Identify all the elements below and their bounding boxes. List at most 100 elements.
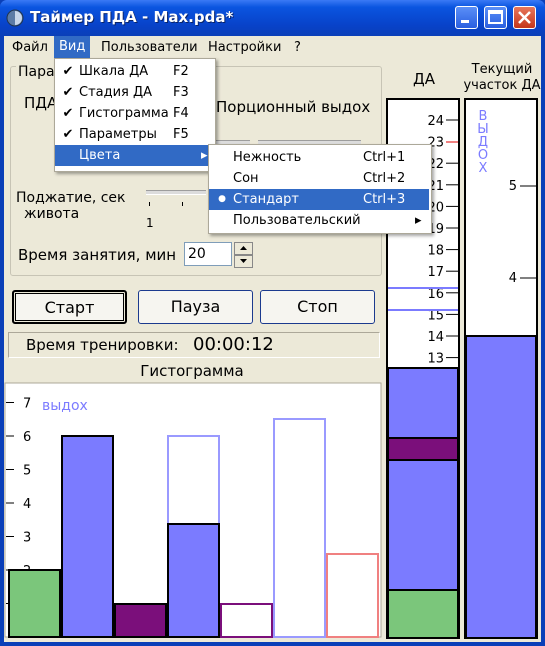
view-menu: ✔ Шкала ДА F2 ✔ Стадия ДА F3 ✔ Гистограмма F4 ✔ Па… (54, 58, 216, 172)
colors-menu-item[interactable]: Нежность Ctrl+1 (209, 147, 429, 168)
window-title: Таймер ПДА - Max.pda* (30, 8, 234, 26)
view-menu-item[interactable]: ✔ Параметры F5 (55, 124, 213, 145)
colors-menu-item[interactable]: Пользовательский ▸ (209, 210, 429, 231)
parameters-group-title: Пара (16, 64, 57, 80)
close-button[interactable] (513, 6, 536, 29)
submenu-arrow-icon: ▸ (415, 213, 422, 228)
colors-menu-item-label: Пользовательский (233, 213, 361, 228)
checkmark-icon: ✔ (62, 106, 74, 121)
view-menu-item-label: Шкала ДА (79, 64, 149, 79)
colors-menu-item-shortcut: Ctrl+2 (363, 171, 406, 186)
spin-down-button[interactable] (234, 255, 253, 268)
view-menu-item-shortcut: F2 (173, 64, 189, 79)
client-area: Файл Вид Пользователи Настройки ? Пара П… (4, 36, 541, 642)
spin-up-button[interactable] (234, 242, 253, 255)
colors-menu-item-label: Стандарт (233, 192, 299, 207)
press-slider-tick (149, 202, 150, 206)
hist-bar (167, 523, 220, 638)
colors-menu-item-shortcut: Ctrl+1 (363, 150, 406, 165)
current-da-chart: ВЫДОХ 5 4 (464, 98, 538, 639)
colors-menu-item[interactable]: Сон Ctrl+2 (209, 168, 429, 189)
minimize-button[interactable] (455, 6, 478, 29)
da-scale-tick-label: 14 (427, 330, 444, 345)
press-slider[interactable] (146, 190, 206, 195)
current-da-tick-label: 4 (509, 271, 517, 286)
histogram-y-tick-label: 5 (23, 464, 31, 479)
view-menu-item-shortcut: F5 (173, 127, 189, 142)
hist-bar (61, 435, 114, 638)
chevron-up-icon (240, 246, 247, 250)
checkmark-icon: ✔ (62, 85, 74, 100)
portion-exhale-label: Порционный выдох (216, 98, 371, 116)
press-label-2: живота (24, 206, 80, 222)
radio-dot-icon: ● (218, 194, 226, 204)
pause-button[interactable]: Пауза (138, 290, 253, 324)
start-button[interactable]: Старт (12, 290, 127, 324)
current-da-title-2: участок ДА (463, 78, 541, 93)
menu-bar: Файл Вид Пользователи Настройки ? (4, 36, 541, 58)
checkmark-icon: ✔ (62, 64, 74, 79)
session-time-input[interactable]: 20 (184, 242, 232, 266)
close-icon (518, 11, 531, 24)
da-segment (387, 459, 459, 591)
press-slider-value: 1 (146, 216, 154, 230)
hist-bar-outline (273, 418, 326, 638)
portion-slider-thumb[interactable] (250, 134, 258, 144)
da-segment (387, 367, 459, 439)
histogram-chart: 1234567 выдох (4, 382, 382, 638)
hist-bar-outline (326, 553, 379, 638)
training-time-value: 00:00:12 (193, 334, 274, 355)
colors-menu-item-shortcut: Ctrl+3 (363, 192, 406, 207)
menu-help[interactable]: ? (294, 40, 301, 55)
current-da-fill (465, 335, 537, 639)
menu-file[interactable]: Файл (12, 40, 48, 55)
view-menu-item-label: Цвета (79, 148, 121, 163)
menu-settings[interactable]: Настройки (208, 40, 281, 55)
view-menu-item[interactable]: Цвета ▸ (55, 145, 213, 166)
colors-menu-item-label: Нежность (233, 150, 302, 165)
da-scale-tick-label: 16 (427, 287, 444, 302)
training-time-label: Время тренировки: (26, 336, 179, 354)
da-scale-tick-label: 24 (427, 114, 444, 129)
da-scale-title: ДА (413, 70, 435, 88)
view-menu-item[interactable]: ✔ Гистограмма F4 (55, 103, 213, 124)
da-scale-tick-label: 17 (427, 265, 444, 280)
hist-bar (8, 569, 61, 638)
histogram-y-tick-label: 3 (23, 531, 31, 546)
colors-menu-item-label: Сон (233, 171, 259, 186)
colors-menu-item[interactable]: ● Стандарт Ctrl+3 (209, 189, 429, 210)
menu-users[interactable]: Пользователи (101, 40, 198, 55)
hist-bar (114, 603, 167, 638)
session-time-label: Время занятия, мин (18, 246, 177, 264)
pda-label: ПДА (24, 94, 58, 112)
app-icon (6, 9, 24, 27)
view-menu-item-label: Параметры (79, 127, 157, 142)
maximize-button[interactable] (484, 6, 507, 29)
view-menu-item-shortcut: F3 (173, 85, 189, 100)
view-menu-item-label: Гистограмма (79, 106, 169, 121)
histogram-y-tick-label: 7 (23, 397, 31, 412)
da-scale-tick-label: 18 (427, 244, 444, 259)
view-menu-item[interactable]: ✔ Стадия ДА F3 (55, 82, 213, 103)
histogram-y-tick-label: 4 (23, 497, 31, 512)
current-da-phase-text: ВЫДОХ (477, 109, 488, 176)
title-bar[interactable]: Таймер ПДА - Max.pda* (0, 0, 545, 36)
histogram-y-tick-label: 6 (23, 430, 31, 445)
stop-button[interactable]: Стоп (260, 290, 375, 324)
press-label: Поджатие, сек (16, 190, 126, 206)
da-segment (387, 589, 459, 639)
current-da-phase-label: ВЫДОХ (477, 109, 488, 176)
current-da-tick-label: 5 (509, 179, 517, 194)
da-segment (387, 437, 459, 461)
press-slider-tick (182, 202, 183, 206)
chevron-down-icon (240, 259, 247, 263)
da-scale-tick-label: 13 (427, 352, 444, 367)
menu-view[interactable]: Вид (54, 36, 91, 58)
view-menu-item-shortcut: F4 (173, 106, 189, 121)
view-menu-item[interactable]: ✔ Шкала ДА F2 (55, 61, 213, 82)
submenu-arrow-icon: ▸ (201, 148, 208, 163)
histogram-title: Гистограмма (140, 362, 244, 380)
view-menu-item-label: Стадия ДА (79, 85, 153, 100)
current-da-title: Текущий (471, 62, 533, 77)
minimize-icon (461, 20, 469, 23)
